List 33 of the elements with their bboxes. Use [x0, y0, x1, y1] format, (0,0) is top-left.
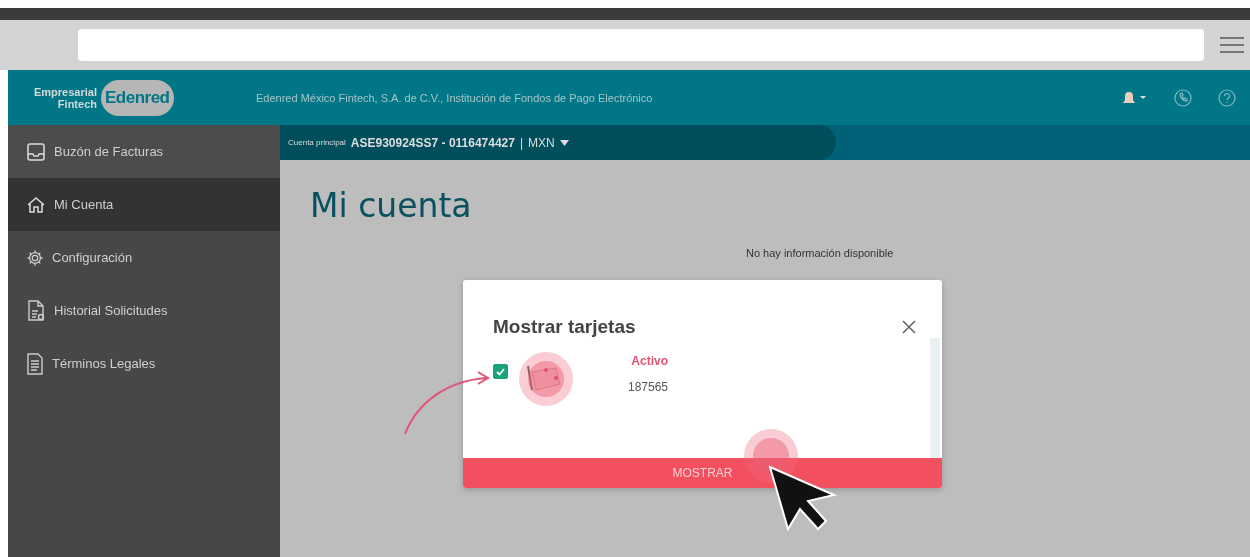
home-icon: [26, 194, 46, 215]
sidebar-item[interactable]: Mi Cuenta: [8, 178, 280, 231]
menu-icon[interactable]: [1218, 35, 1246, 55]
account-label: Cuenta principal: [288, 138, 346, 147]
bell-icon[interactable]: [1120, 90, 1148, 105]
click-indicator: [518, 351, 574, 407]
checkbox[interactable]: [493, 364, 508, 379]
sidebar-item[interactable]: Historial Solicitudes: [8, 284, 280, 337]
help-icon[interactable]: [1218, 88, 1236, 107]
phone-icon[interactable]: [1174, 88, 1192, 107]
account-number: ASE930924SS7 - 0116474427: [350, 135, 515, 150]
card-number: 187565: [628, 380, 669, 394]
click-indicator: [743, 428, 799, 484]
document-icon: [26, 352, 44, 375]
sidebar-item[interactable]: Términos Legales: [8, 337, 280, 390]
caret-icon[interactable]: [559, 139, 569, 146]
logo-text: Empresarial: [34, 85, 97, 98]
sidebar-item[interactable]: Configuración: [8, 231, 280, 284]
brand-logo: Edenred: [101, 79, 174, 116]
sidebar-item[interactable]: Buzón de Facturas: [8, 125, 280, 178]
company-name: Edenred México Fintech, S.A. de C.V., Institución de Fondos de Pago Electrónico: [255, 91, 654, 104]
document-icon: [26, 299, 46, 322]
close-button[interactable]: [900, 318, 918, 336]
modal-title: Mostrar tarjetas: [493, 316, 636, 338]
check-icon: [496, 367, 505, 376]
card-status: Activo: [631, 354, 669, 368]
separator: |: [519, 135, 524, 150]
page-title: Mi cuenta: [310, 186, 473, 225]
currency-selector[interactable]: MXN: [528, 135, 555, 150]
empty-message: No hay información disponible: [746, 247, 895, 259]
gear-icon: [26, 248, 44, 267]
inbox-icon: [26, 141, 46, 162]
logo-text: Fintech: [57, 97, 97, 110]
